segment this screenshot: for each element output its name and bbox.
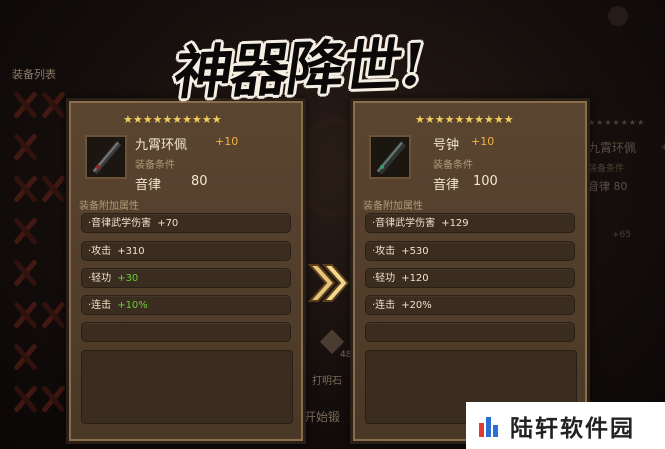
bonus-row: ·音律武学伤害 +70 bbox=[81, 213, 291, 233]
item-name: 九霄环佩 bbox=[135, 138, 188, 153]
flute-item-icon[interactable] bbox=[369, 135, 411, 179]
background-item-name: 九霄环佩 bbox=[588, 141, 637, 155]
equipment-slot-icon[interactable] bbox=[36, 382, 70, 416]
background-item-level: +5 bbox=[660, 142, 665, 153]
stat-value: 80 bbox=[191, 174, 208, 189]
equip-condition-label: 装备条件 bbox=[135, 160, 175, 171]
background-equip-condition: 装备条件 bbox=[588, 164, 625, 174]
background-bonus: +65 bbox=[612, 230, 631, 240]
equipment-list-title: 装备列表 bbox=[12, 68, 56, 81]
bonus-row: ·轻功 +120 bbox=[365, 268, 575, 288]
item-enhance-level: +10 bbox=[471, 135, 495, 148]
stat-label: 音律 bbox=[135, 178, 162, 193]
bonus-row: ·攻击 +310 bbox=[81, 241, 291, 261]
equip-condition-label: 装备条件 bbox=[433, 160, 473, 171]
start-forge-button[interactable]: 开始锻 bbox=[304, 408, 340, 425]
equipment-slot-icon[interactable] bbox=[36, 88, 70, 122]
site-logo-icon bbox=[479, 416, 498, 437]
watermark-text: 陆轩软件园 bbox=[510, 415, 635, 442]
new-item-panel: ★★★★★★★★★★ 号钟 +10 装备条件 音律 100 装备附加属性 ·音律… bbox=[350, 98, 590, 444]
equipment-slot-icon[interactable] bbox=[8, 214, 42, 248]
settings-gear-icon[interactable] bbox=[608, 6, 628, 26]
current-item-panel: ★★★★★★★★★★ 九霄环佩 +10 装备条件 音律 80 装备附加属性 ·音… bbox=[66, 98, 306, 444]
equipment-slot-icon[interactable] bbox=[8, 130, 42, 164]
bonus-row: ·攻击 +530 bbox=[365, 241, 575, 261]
flute-item-icon[interactable] bbox=[85, 135, 127, 179]
double-chevron-right-icon bbox=[306, 262, 350, 304]
equipment-slot-icon[interactable] bbox=[36, 172, 70, 206]
star-rating: ★★★★★★★★★★ bbox=[415, 113, 514, 126]
bonus-row: ·连击 +10% bbox=[81, 295, 291, 315]
title-calligraphy: 神器降世! bbox=[169, 30, 429, 108]
bonus-row-empty bbox=[81, 322, 291, 342]
background-item-panel: ★★★★★★★ 九霄环佩 +5 装备条件 音律 80 +65 bbox=[588, 118, 665, 268]
stat-value: 100 bbox=[473, 174, 498, 189]
bonus-attributes-title: 装备附加属性 bbox=[79, 201, 139, 212]
stat-label: 音律 bbox=[433, 178, 460, 193]
bonus-row: ·音律武学伤害 +129 bbox=[365, 213, 575, 233]
item-name: 号钟 bbox=[433, 138, 460, 153]
bonus-attributes-title: 装备附加属性 bbox=[363, 201, 423, 212]
background-stars: ★★★★★★★ bbox=[588, 118, 646, 127]
background-stat: 音律 80 bbox=[588, 180, 628, 193]
equipment-slot-icon[interactable] bbox=[8, 256, 42, 290]
bonus-row-empty bbox=[365, 322, 575, 342]
item-enhance-level: +10 bbox=[215, 135, 239, 148]
equipment-slot-icon[interactable] bbox=[36, 298, 70, 332]
bonus-row: ·连击 +20% bbox=[365, 295, 575, 315]
star-rating: ★★★★★★★★★★ bbox=[123, 113, 222, 126]
site-watermark: 陆轩软件园 bbox=[466, 402, 665, 449]
whetstone-label: 打明石 bbox=[312, 376, 342, 387]
item-description-box bbox=[81, 350, 293, 424]
bonus-row: ·轻功 +30 bbox=[81, 268, 291, 288]
equipment-slot-icon[interactable] bbox=[8, 340, 42, 374]
